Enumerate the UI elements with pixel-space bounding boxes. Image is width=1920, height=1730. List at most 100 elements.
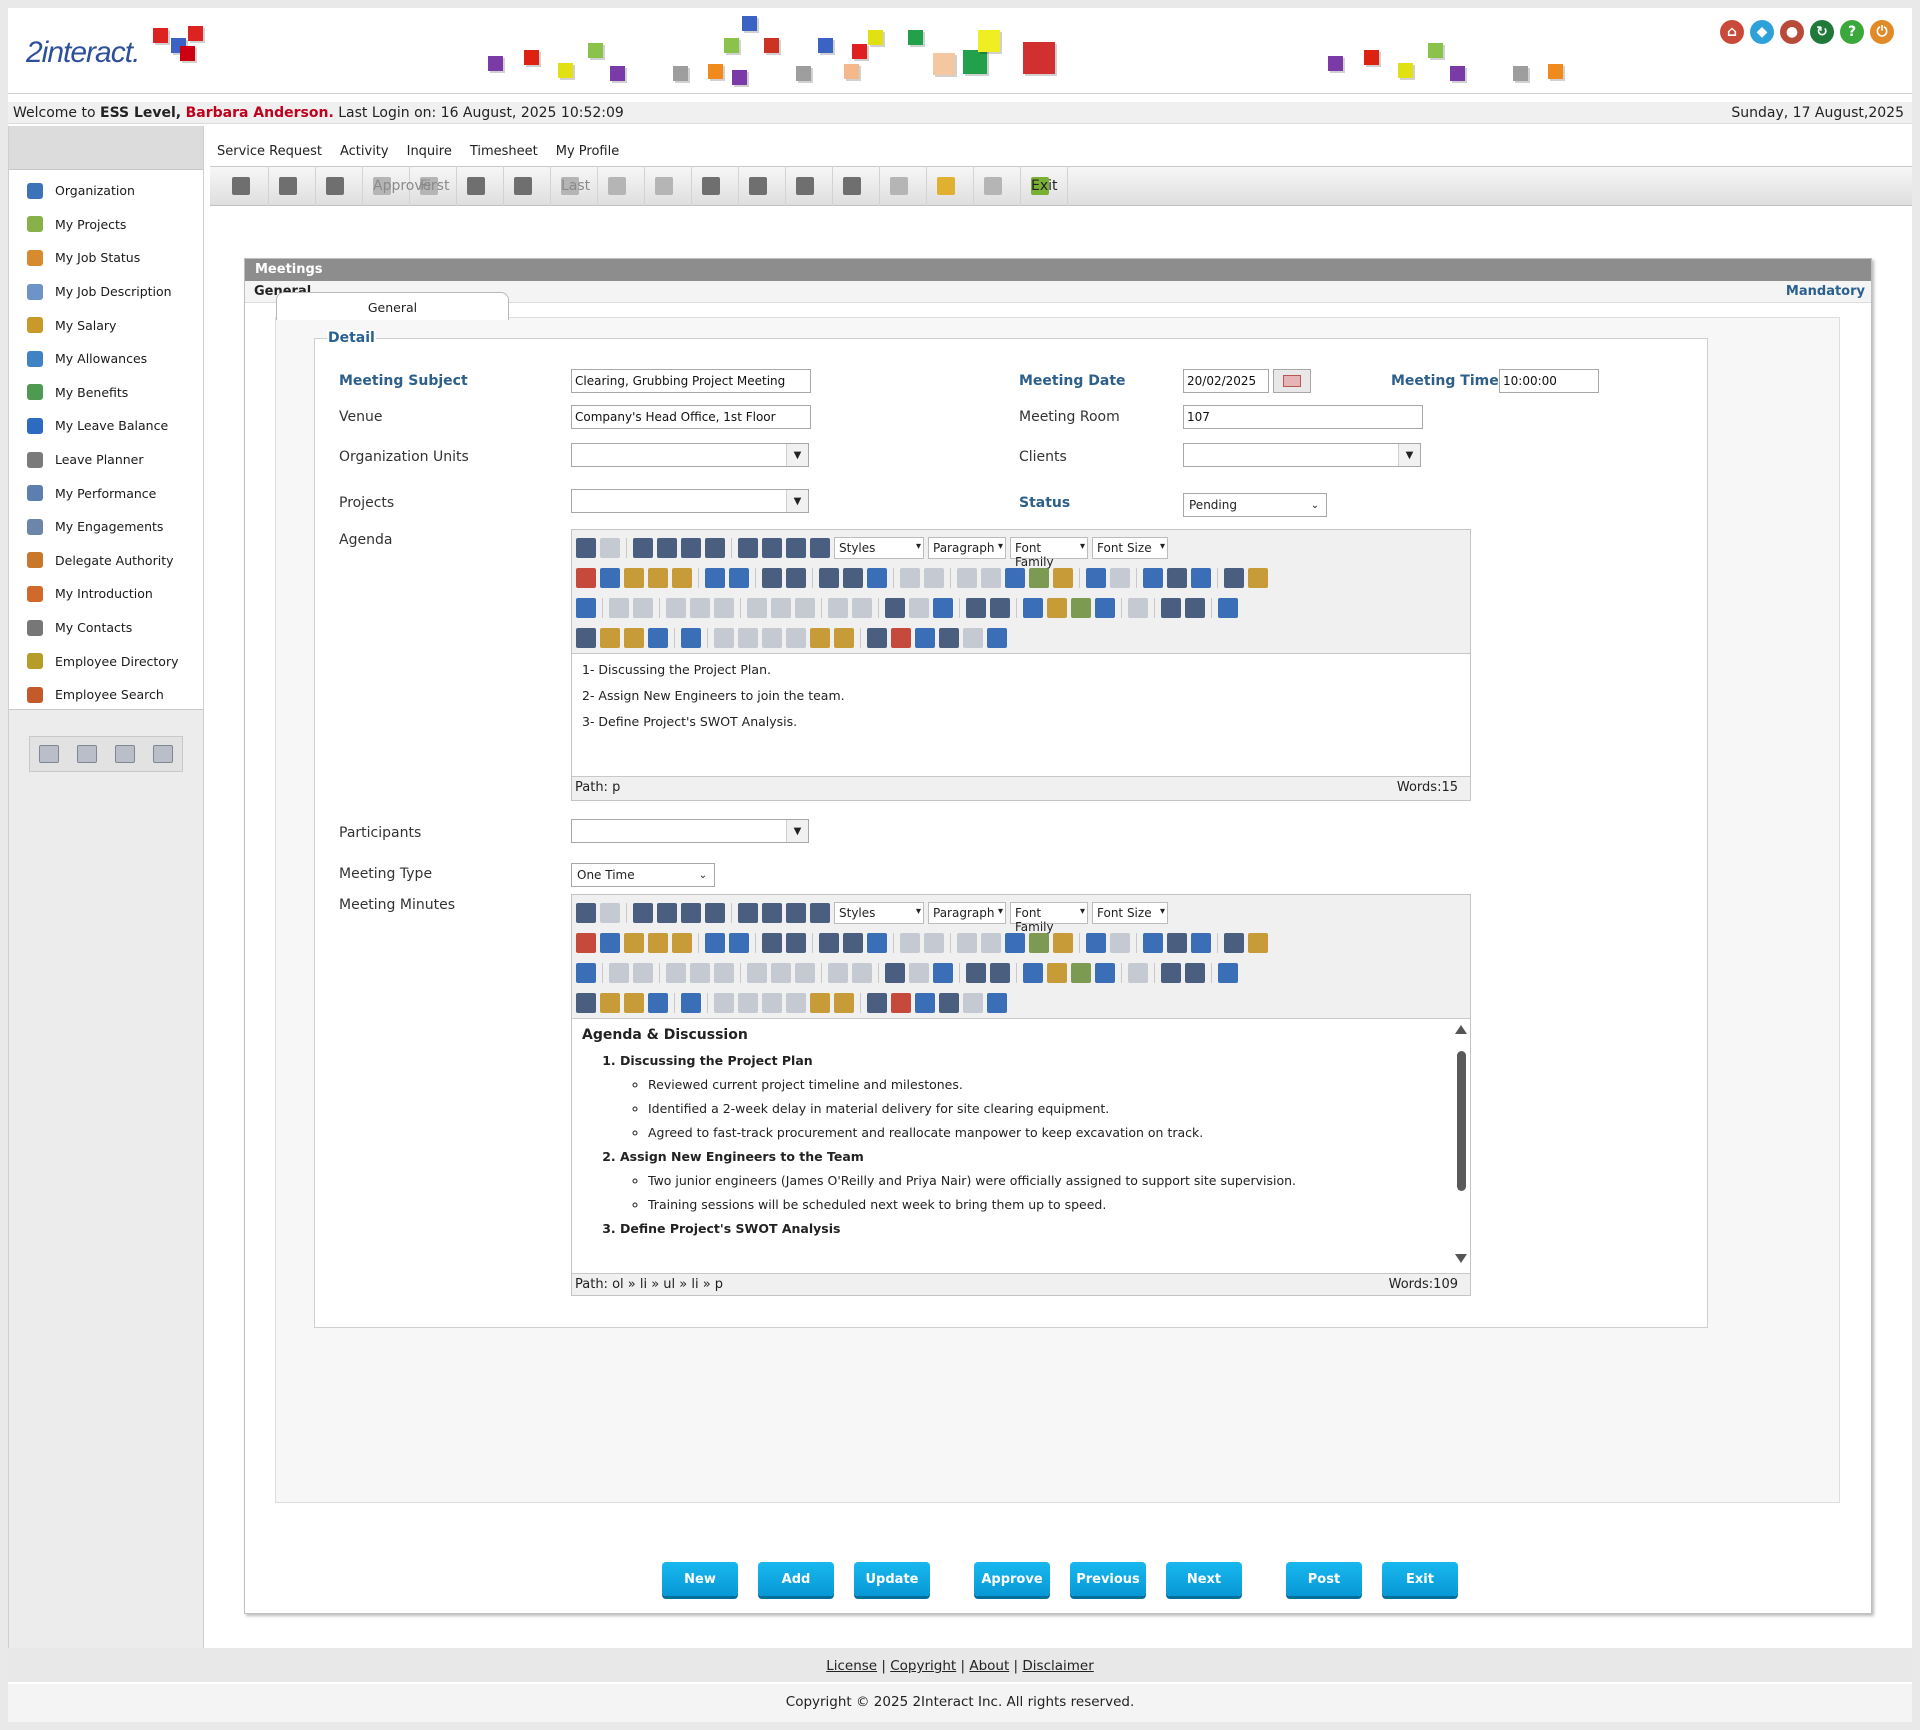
refresh-icon[interactable]: ↻ <box>1810 20 1834 44</box>
editor-tool-icon[interactable] <box>987 993 1007 1013</box>
meeting-subject-input[interactable]: Clearing, Grubbing Project Meeting <box>571 369 811 393</box>
editor-tool-icon[interactable] <box>729 568 749 588</box>
sidebar-item-employee-search[interactable]: Employee Search <box>9 678 203 712</box>
editor-tool-icon[interactable] <box>1071 963 1091 983</box>
editor-tool-icon[interactable] <box>843 568 863 588</box>
license-link[interactable]: License <box>826 1658 877 1674</box>
editor-tool-icon[interactable] <box>909 963 929 983</box>
editor-tool-icon[interactable] <box>1047 963 1067 983</box>
logout-icon[interactable]: ⏻ <box>1870 20 1894 44</box>
editor-tool-icon[interactable] <box>738 538 758 558</box>
save-button[interactable] <box>739 166 786 206</box>
editor-tool-icon[interactable] <box>981 933 1001 953</box>
font-size-dropdown[interactable]: Font Size <box>1092 902 1168 924</box>
tab-general[interactable]: General <box>276 292 509 320</box>
sidebar-item-delegate-authority[interactable]: Delegate Authority <box>9 544 203 578</box>
menu-item-my-profile[interactable]: My Profile <box>547 136 628 166</box>
editor-tool-icon[interactable] <box>633 963 653 983</box>
editor-tool-icon[interactable] <box>819 933 839 953</box>
editor-tool-icon[interactable] <box>1110 933 1130 953</box>
editor-tool-icon[interactable] <box>1128 598 1148 618</box>
editor-tool-icon[interactable] <box>729 933 749 953</box>
editor-tool-icon[interactable] <box>885 963 905 983</box>
editor-tool-icon[interactable] <box>834 993 854 1013</box>
font-family-dropdown[interactable]: Font Family <box>1010 902 1088 934</box>
editor-tool-icon[interactable] <box>1071 598 1091 618</box>
editor-tool-icon[interactable] <box>624 568 644 588</box>
user-icon[interactable]: ● <box>1780 20 1804 44</box>
previous-bottom-button[interactable]: Previous <box>1070 1562 1146 1596</box>
editor-tool-icon[interactable] <box>867 933 887 953</box>
editor-tool-icon[interactable] <box>762 933 782 953</box>
next-bottom-button[interactable]: Next <box>1166 1562 1242 1596</box>
edit-record-button[interactable] <box>269 166 316 206</box>
delete-record-button[interactable] <box>316 166 363 206</box>
editor-tool-icon[interactable] <box>786 933 806 953</box>
editor-tool-icon[interactable] <box>786 628 806 648</box>
folder-button[interactable] <box>927 166 974 206</box>
meeting-room-input[interactable]: 107 <box>1183 405 1423 429</box>
editor-tool-icon[interactable] <box>576 598 596 618</box>
editor-tool-icon[interactable] <box>1023 963 1043 983</box>
styles-dropdown[interactable]: Styles <box>834 902 924 924</box>
editor-tool-icon[interactable] <box>576 993 596 1013</box>
print-button[interactable] <box>974 166 1021 206</box>
approve-bottom-button[interactable]: Approve <box>974 1562 1050 1596</box>
new-button[interactable]: New <box>662 1562 738 1596</box>
editor-tool-icon[interactable] <box>738 993 758 1013</box>
editor-tool-icon[interactable] <box>987 628 1007 648</box>
sidebar-item-organization[interactable]: Organization <box>9 174 203 208</box>
editor-tool-icon[interactable] <box>963 993 983 1013</box>
chart-icon[interactable] <box>115 745 135 763</box>
sidebar-item-my-benefits[interactable]: My Benefits <box>9 376 203 410</box>
editor-tool-icon[interactable] <box>672 933 692 953</box>
editor-tool-icon[interactable] <box>576 963 596 983</box>
editor-tool-icon[interactable] <box>648 933 668 953</box>
editor-tool-icon[interactable] <box>576 628 596 648</box>
editor-tool-icon[interactable] <box>795 963 815 983</box>
editor-tool-icon[interactable] <box>1110 568 1130 588</box>
editor-tool-icon[interactable] <box>1161 963 1181 983</box>
editor-tool-icon[interactable] <box>957 933 977 953</box>
minutes-scrollbar[interactable] <box>1454 1025 1468 1263</box>
editor-tool-icon[interactable] <box>843 933 863 953</box>
editor-tool-icon[interactable] <box>705 933 725 953</box>
editor-tool-icon[interactable] <box>624 993 644 1013</box>
status-select[interactable]: Pending ⌄ <box>1183 493 1327 517</box>
editor-tool-icon[interactable] <box>786 538 806 558</box>
editor-tool-icon[interactable] <box>681 628 701 648</box>
editor-tool-icon[interactable] <box>1185 598 1205 618</box>
editor-tool-icon[interactable] <box>990 598 1010 618</box>
report-icon[interactable] <box>39 745 59 763</box>
copyright-link[interactable]: Copyright <box>890 1658 956 1674</box>
menu-item-inquire[interactable]: Inquire <box>398 136 461 166</box>
menu-item-service-request[interactable]: Service Request <box>208 136 331 166</box>
editor-tool-icon[interactable] <box>672 568 692 588</box>
previous-button[interactable] <box>457 166 504 206</box>
editor-tool-icon[interactable] <box>1167 568 1187 588</box>
editor-tool-icon[interactable] <box>1218 963 1238 983</box>
attach-button[interactable] <box>880 166 927 206</box>
editor-tool-icon[interactable] <box>609 598 629 618</box>
update-button[interactable]: Update <box>854 1562 930 1596</box>
copy-button[interactable] <box>833 166 880 206</box>
editor-tool-icon[interactable] <box>1143 933 1163 953</box>
editor-tool-icon[interactable] <box>681 538 701 558</box>
editor-tool-icon[interactable] <box>747 963 767 983</box>
sidebar-item-my-projects[interactable]: My Projects <box>9 208 203 242</box>
editor-tool-icon[interactable] <box>762 993 782 1013</box>
network-icon[interactable]: ◆ <box>1750 20 1774 44</box>
editor-tool-icon[interactable] <box>705 538 725 558</box>
editor-tool-icon[interactable] <box>657 903 677 923</box>
font-family-dropdown[interactable]: Font Family <box>1010 537 1088 569</box>
editor-tool-icon[interactable] <box>828 598 848 618</box>
editor-tool-icon[interactable] <box>810 628 830 648</box>
sidebar-item-my-engagements[interactable]: My Engagements <box>9 510 203 544</box>
add-button[interactable]: Add <box>758 1562 834 1596</box>
editor-tool-icon[interactable] <box>810 538 830 558</box>
editor-tool-icon[interactable] <box>1185 963 1205 983</box>
editor-tool-icon[interactable] <box>852 963 872 983</box>
editor-tool-icon[interactable] <box>939 628 959 648</box>
editor-tool-icon[interactable] <box>666 598 686 618</box>
home-icon[interactable]: ⌂ <box>1720 20 1744 44</box>
